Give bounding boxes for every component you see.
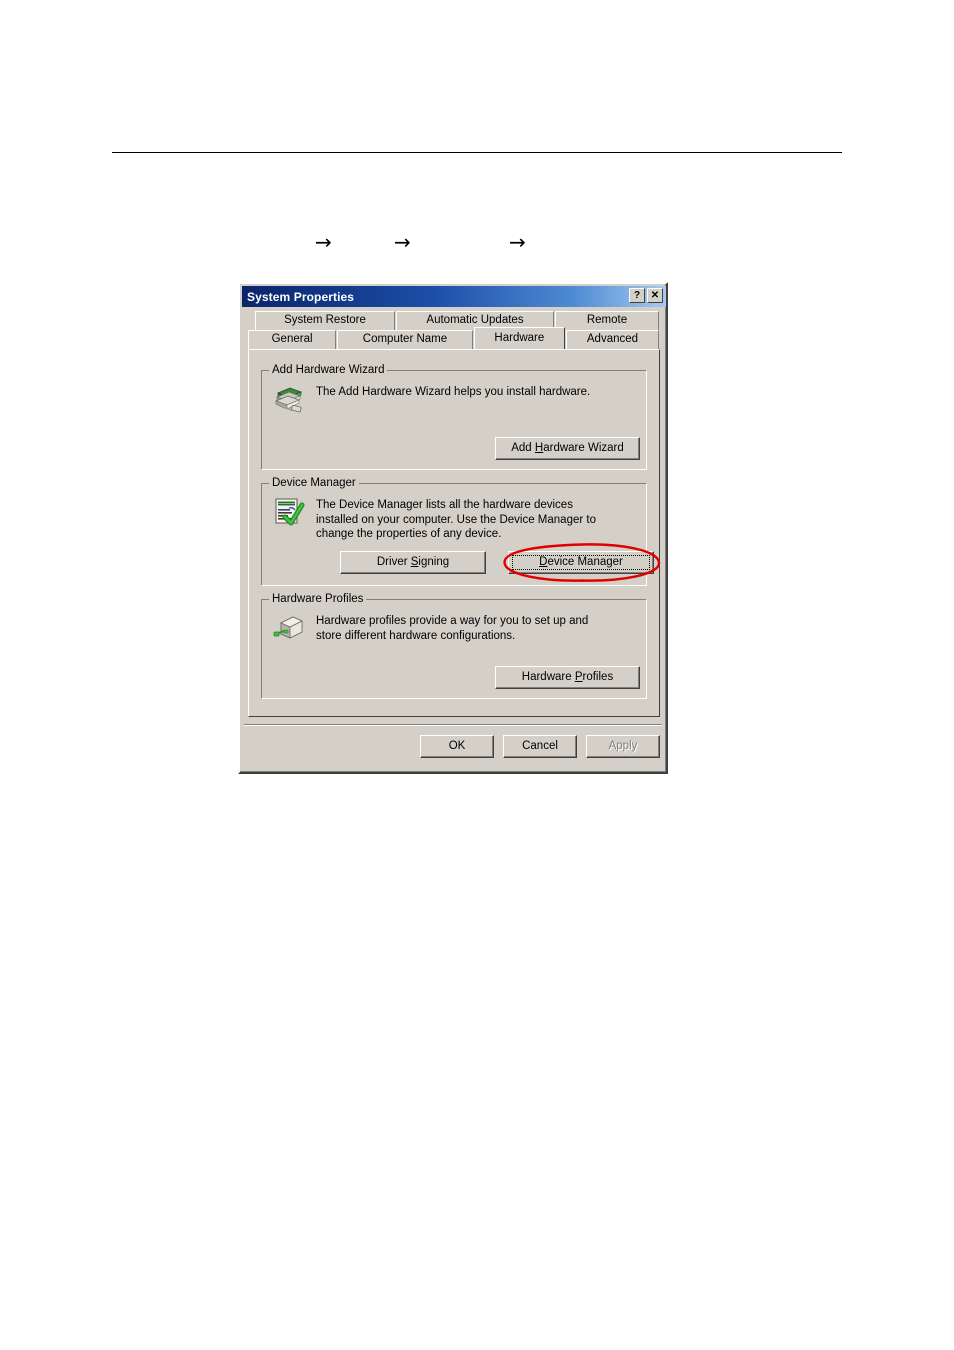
dialog-title: System Properties — [247, 289, 355, 304]
accel-key: H — [534, 442, 544, 454]
ok-button-label: OK — [448, 740, 466, 752]
device-manager-icon — [272, 496, 306, 528]
apply-button-label: Apply — [608, 740, 638, 752]
tab-hardware[interactable]: Hardware — [473, 327, 565, 349]
device-manager-button-label: Device Manager — [539, 556, 623, 568]
right-arrow-icon: → — [509, 230, 526, 254]
arrow-sequence: → → → — [112, 228, 842, 256]
add-hardware-wizard-button[interactable]: Add Hardware Wizard — [495, 437, 640, 460]
tab-system-restore[interactable]: System Restore — [255, 311, 395, 330]
system-properties-dialog: System Properties ? ✕ System Restore Aut… — [238, 282, 668, 774]
hardware-tab-panel: Add Hardware Wizard The Add Hardware Wiz… — [248, 349, 661, 717]
add-hardware-wizard-description: The Add Hardware Wizard helps you instal… — [316, 386, 591, 398]
tab-computer-name[interactable]: Computer Name — [337, 330, 473, 349]
tab-advanced[interactable]: Advanced — [565, 330, 659, 349]
tab-general[interactable]: General — [248, 330, 337, 349]
device-manager-legend: Device Manager — [269, 477, 359, 489]
device-manager-group: Device Manager The Device Manager lists … — [261, 477, 661, 586]
add-hardware-wizard-legend: Add Hardware Wizard — [269, 364, 388, 376]
add-hardware-wizard-group: Add Hardware Wizard The Add Hardware Wiz… — [261, 364, 647, 470]
hardware-profiles-description: Hardware profiles provide a way for you … — [316, 615, 589, 642]
apply-button: Apply — [586, 735, 660, 758]
device-manager-button[interactable]: Device Manager — [508, 551, 654, 574]
titlebar-button-group: ? ✕ — [629, 288, 663, 303]
help-icon[interactable]: ? — [629, 288, 645, 303]
hardware-profiles-legend: Hardware Profiles — [269, 593, 367, 605]
hardware-profiles-icon — [272, 612, 306, 644]
device-manager-description: The Device Manager lists all the hardwar… — [316, 499, 596, 540]
add-hardware-wizard-icon — [272, 383, 306, 415]
device-manager-body: The Device Manager lists all the hardwar… — [272, 496, 636, 542]
right-arrow-icon: → — [315, 230, 332, 254]
driver-signing-button-label: Driver Signing — [376, 556, 450, 568]
ok-button[interactable]: OK — [420, 735, 494, 758]
tab-row-upper: System Restore Automatic Updates Remote — [255, 311, 660, 330]
right-arrow-icon: → — [394, 230, 411, 254]
dialog-titlebar[interactable]: System Properties ? ✕ — [242, 286, 666, 307]
hardware-profiles-group: Hardware Profiles Hardware profiles prov… — [261, 593, 647, 699]
tab-remote[interactable]: Remote — [555, 311, 659, 330]
hardware-profiles-button-label: Hardware Profiles — [521, 671, 614, 683]
hardware-profiles-button[interactable]: Hardware Profiles — [495, 666, 640, 689]
tab-strip: System Restore Automatic Updates Remote … — [248, 311, 660, 349]
hardware-profiles-body: Hardware profiles provide a way for you … — [272, 612, 636, 644]
add-hardware-wizard-body: The Add Hardware Wizard helps you instal… — [272, 383, 636, 415]
cancel-button-label: Cancel — [522, 740, 558, 752]
cancel-button[interactable]: Cancel — [503, 735, 577, 758]
add-hardware-wizard-button-label: Add Hardware Wizard — [511, 442, 624, 454]
driver-signing-button[interactable]: Driver Signing — [340, 551, 486, 574]
tab-row-lower: General Computer Name Hardware Advanced — [248, 327, 660, 349]
close-icon[interactable]: ✕ — [647, 288, 663, 303]
accel-key: P — [574, 671, 583, 683]
page-header-rule — [112, 152, 842, 153]
dialog-footer-separator — [244, 724, 662, 726]
